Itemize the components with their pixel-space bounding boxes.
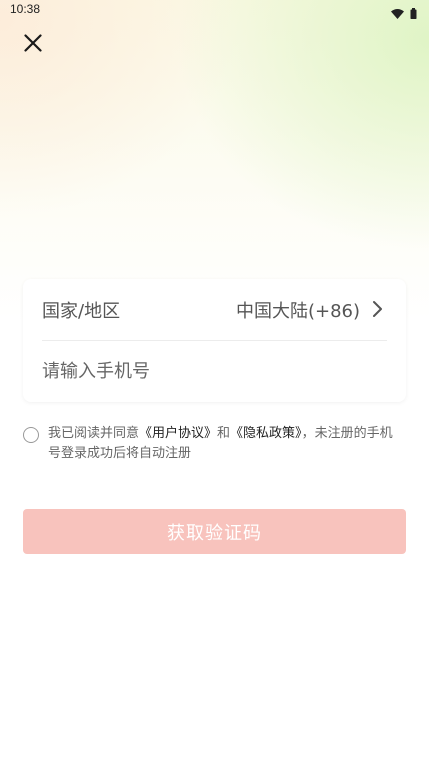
status-icons xyxy=(391,4,417,23)
user-agreement-link[interactable]: 《用户协议》 xyxy=(139,426,217,441)
region-selector[interactable]: 国家/地区 中国大陆(+86) xyxy=(23,279,406,340)
agreement-prefix: 我已阅读并同意 xyxy=(48,426,140,441)
chevron-right-icon xyxy=(370,299,386,319)
close-button[interactable] xyxy=(18,30,48,60)
region-value: 中国大陆(+86) xyxy=(235,301,360,322)
phone-input[interactable] xyxy=(42,357,387,385)
region-label: 国家/地区 xyxy=(42,301,121,322)
agreement-radio[interactable] xyxy=(23,427,39,443)
get-code-label: 获取验证码 xyxy=(167,522,262,544)
battery-icon xyxy=(410,4,417,23)
privacy-policy-link[interactable]: 《隐私政策》 xyxy=(230,426,302,441)
login-form-card: 国家/地区 中国大陆(+86) xyxy=(23,279,406,402)
status-time: 10:38 xyxy=(10,2,41,16)
wifi-icon xyxy=(391,4,404,23)
status-bar: 10:38 xyxy=(0,0,429,20)
get-code-button[interactable]: 获取验证码 xyxy=(23,509,406,554)
divider xyxy=(42,340,387,341)
close-icon xyxy=(24,34,42,56)
agreement-and: 和 xyxy=(217,426,231,441)
agreement-text: 我已阅读并同意《用户协议》和《隐私政策》，未注册的手机号登录成功后将自动注册 xyxy=(48,424,404,464)
